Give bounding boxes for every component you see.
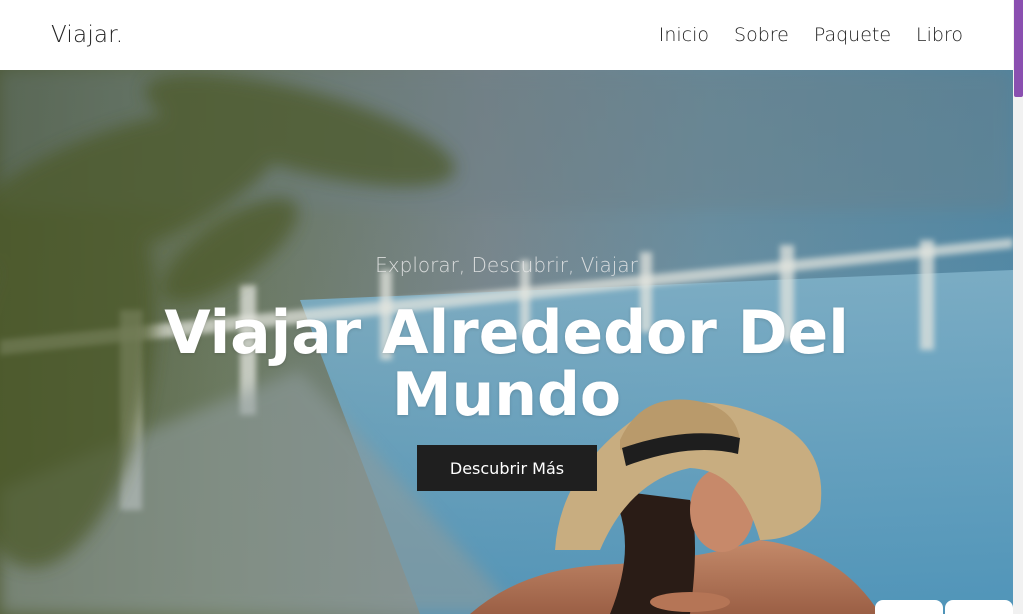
bottom-floating-tab[interactable] (945, 600, 1013, 614)
hero-title: Viajar Alrededor Del Mundo (164, 298, 849, 430)
hero-content: Explorar, Descubrir, Viajar Viajar Alred… (0, 70, 1013, 614)
hero-tagline: Explorar, Descubrir, Viajar (375, 253, 638, 277)
discover-more-button[interactable]: Descubrir Más (417, 445, 597, 491)
nav-link-inicio[interactable]: Inicio (659, 24, 709, 46)
site-logo[interactable]: Viajar. (51, 22, 123, 48)
main-nav: Inicio Sobre Paquete Libro (659, 24, 963, 46)
nav-link-paquete[interactable]: Paquete (814, 24, 891, 46)
site-header: Viajar. Inicio Sobre Paquete Libro (0, 0, 1013, 70)
scrollbar-thumb[interactable] (1014, 0, 1023, 97)
hero-section: Explorar, Descubrir, Viajar Viajar Alred… (0, 70, 1013, 614)
page-scrollbar[interactable] (1013, 0, 1023, 614)
bottom-floating-tab[interactable] (875, 600, 943, 614)
nav-link-sobre[interactable]: Sobre (734, 24, 789, 46)
nav-link-libro[interactable]: Libro (916, 24, 963, 46)
